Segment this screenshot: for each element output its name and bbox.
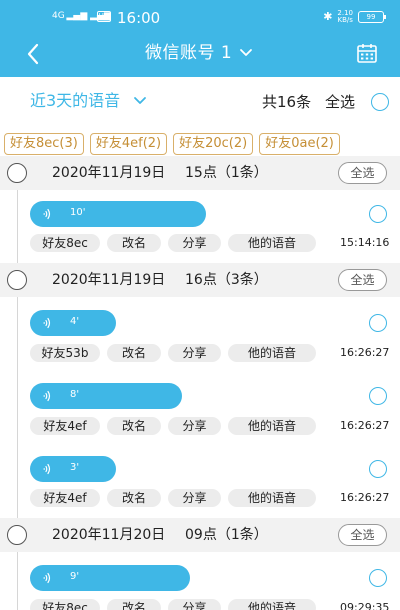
message-select-radio[interactable] <box>369 460 387 478</box>
range-label: 近3天的语音 <box>30 91 121 110</box>
voice-wave-icon <box>43 208 51 220</box>
friend-tag[interactable]: 好友8ec <box>30 234 100 252</box>
hd-badge: HD <box>97 11 111 22</box>
range-dropdown[interactable]: 近3天的语音 <box>30 91 148 111</box>
rename-button[interactable]: 改名 <box>107 417 161 435</box>
their-voice-button[interactable]: 他的语音 <box>228 234 316 252</box>
message-time: 09:29:35 <box>340 601 390 610</box>
voice-message-bubble[interactable]: 9' <box>30 565 190 591</box>
calendar-button[interactable] <box>356 42 378 64</box>
rename-button[interactable]: 改名 <box>107 489 161 507</box>
friend-tag[interactable]: 好友4ef <box>30 489 100 507</box>
friend-chip[interactable]: 好友0ae(2) <box>259 133 340 155</box>
status-right: ✱ 2.10 KB/s 99 <box>323 9 386 24</box>
network-speed: 2.10 KB/s <box>337 9 353 24</box>
group-header: 2020年11月19日 16点（3条） 全选 <box>0 263 400 297</box>
friend-tag[interactable]: 好友4ef <box>30 417 100 435</box>
rename-button[interactable]: 改名 <box>107 234 161 252</box>
calendar-icon <box>357 44 377 63</box>
bluetooth-icon: ✱ <box>323 10 333 23</box>
page-title: 微信账号 1 <box>145 43 233 63</box>
share-button[interactable]: 分享 <box>168 599 221 610</box>
group-hour: 09点（1条） <box>185 527 268 543</box>
voice-wave-icon <box>43 572 51 584</box>
battery-icon: 99 <box>358 11 386 23</box>
group-select-radio[interactable] <box>7 163 27 183</box>
voice-message-bubble[interactable]: 10' <box>30 201 206 227</box>
chevron-left-icon <box>27 43 39 65</box>
message-time: 15:14:16 <box>340 236 390 249</box>
voice-duration: 3' <box>70 462 80 473</box>
their-voice-button[interactable]: 他的语音 <box>228 344 316 362</box>
voice-message-bubble[interactable]: 3' <box>30 456 116 482</box>
status-bar: 4G ▂▄▆ ▂▄▆ HD 16:00 ✱ 2.10 KB/s 99 <box>0 0 400 34</box>
rename-button[interactable]: 改名 <box>107 344 161 362</box>
voice-duration: 9' <box>70 571 80 582</box>
voice-duration: 4' <box>70 316 80 327</box>
their-voice-button[interactable]: 他的语音 <box>228 599 316 610</box>
their-voice-button[interactable]: 他的语音 <box>228 489 316 507</box>
friend-tag[interactable]: 好友8ec <box>30 599 100 610</box>
voice-duration: 10' <box>70 207 86 218</box>
voice-duration: 8' <box>70 389 80 400</box>
group-hour: 15点（1条） <box>185 165 268 181</box>
message-select-radio[interactable] <box>369 314 387 332</box>
group-select-all-button[interactable]: 全选 <box>338 162 387 184</box>
rename-button[interactable]: 改名 <box>107 599 161 610</box>
select-all-label[interactable]: 全选 <box>325 92 355 112</box>
friend-chip[interactable]: 好友4ef(2) <box>89 133 168 155</box>
voice-message-bubble[interactable]: 4' <box>30 310 116 336</box>
message-time: 16:26:27 <box>340 491 390 504</box>
message-select-radio[interactable] <box>369 387 387 405</box>
select-all-radio[interactable] <box>371 93 389 111</box>
message-select-radio[interactable] <box>369 569 387 587</box>
filter-bar: 近3天的语音 共16条 全选 <box>0 77 400 127</box>
group-date: 2020年11月19日 <box>52 272 166 288</box>
app-header: 4G ▂▄▆ ▂▄▆ HD 16:00 ✱ 2.10 KB/s 99 微信账号 … <box>0 0 400 77</box>
chevron-down-icon <box>240 49 253 56</box>
group-select-all-button[interactable]: 全选 <box>338 269 387 291</box>
message-select-radio[interactable] <box>369 205 387 223</box>
friend-chip[interactable]: 好友8ec(3) <box>4 133 84 155</box>
status-time: 16:00 <box>117 9 161 27</box>
group-select-all-button[interactable]: 全选 <box>338 524 387 546</box>
their-voice-button[interactable]: 他的语音 <box>228 417 316 435</box>
share-button[interactable]: 分享 <box>168 234 221 252</box>
chevron-down-icon <box>134 97 147 104</box>
voice-message-bubble[interactable]: 8' <box>30 383 182 409</box>
voice-wave-icon <box>43 463 51 475</box>
account-switcher[interactable]: 微信账号 1 <box>145 42 254 64</box>
voice-wave-icon <box>43 317 51 329</box>
message-time: 16:26:27 <box>340 419 390 432</box>
voice-wave-icon <box>43 390 51 402</box>
group-date: 2020年11月20日 <box>52 527 166 543</box>
message-time: 16:26:27 <box>340 346 390 359</box>
share-button[interactable]: 分享 <box>168 344 221 362</box>
group-select-radio[interactable] <box>7 270 27 290</box>
friend-chip[interactable]: 好友20c(2) <box>173 133 254 155</box>
group-date: 2020年11月19日 <box>52 165 166 181</box>
back-button[interactable] <box>20 40 48 68</box>
friend-filter-chips: 好友8ec(3) 好友4ef(2) 好友20c(2) 好友0ae(2) <box>4 133 400 157</box>
group-select-radio[interactable] <box>7 525 27 545</box>
group-header: 2020年11月19日 15点（1条） 全选 <box>0 156 400 190</box>
friend-tag[interactable]: 好友53b <box>30 344 100 362</box>
group-header: 2020年11月20日 09点（1条） 全选 <box>0 518 400 552</box>
share-button[interactable]: 分享 <box>168 489 221 507</box>
share-button[interactable]: 分享 <box>168 417 221 435</box>
total-count: 共16条 <box>262 93 312 111</box>
group-hour: 16点（3条） <box>185 272 268 288</box>
